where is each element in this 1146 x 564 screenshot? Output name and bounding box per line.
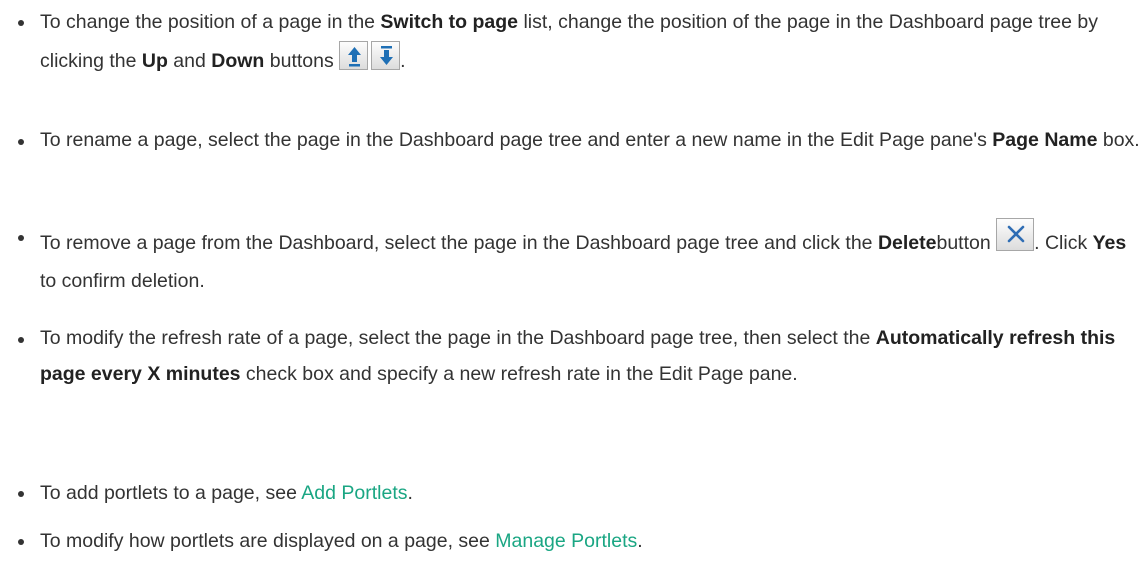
item-text: box. — [1097, 129, 1140, 151]
bold-yes: Yes — [1092, 232, 1127, 254]
bold-up: Up — [141, 50, 168, 72]
item-text: To change the position of a page in the — [40, 11, 381, 33]
list-item-change-position: To change the position of a page in the … — [18, 3, 1140, 80]
up-button[interactable] — [339, 41, 369, 70]
item-text: To rename a page, select the page in the… — [40, 129, 993, 151]
item-text: to confirm deletion. — [40, 270, 205, 292]
help-document: To change the position of a page in the … — [0, 0, 1146, 564]
up-arrow-icon — [348, 47, 362, 67]
item-text: . — [407, 482, 413, 504]
down-button[interactable] — [371, 41, 401, 70]
list-item-remove: To remove a page from the Dashboard, sel… — [18, 218, 1140, 300]
item-text: . — [637, 530, 643, 552]
item-text: and — [167, 50, 212, 72]
list-item-rename: To rename a page, select the page in the… — [18, 122, 1140, 158]
bold-switch-to-page: Switch to page — [380, 11, 519, 33]
down-arrow-icon — [380, 46, 394, 65]
item-text: To add portlets to a page, see — [40, 482, 302, 504]
item-text: button — [936, 232, 997, 254]
list-item-refresh-rate: To modify the refresh rate of a page, se… — [18, 320, 1140, 392]
add-portlets-link[interactable]: Add Portlets — [301, 482, 407, 504]
item-text: buttons — [264, 50, 340, 72]
item-text: . Click — [1034, 232, 1093, 254]
item-text: To remove a page from the Dashboard, sel… — [40, 232, 878, 254]
manage-portlets-link[interactable]: Manage Portlets — [495, 530, 637, 552]
item-text: To modify the refresh rate of a page, se… — [40, 327, 876, 349]
delete-x-icon — [1007, 225, 1025, 243]
item-text: check box and specify a new refresh rate… — [240, 363, 798, 385]
bold-delete: Delete — [877, 232, 937, 254]
list-item-add-portlets: To add portlets to a page, see Add Portl… — [18, 474, 1140, 512]
list-item-manage-portlets: To modify how portlets are displayed on … — [18, 522, 1140, 560]
bold-page-name: Page Name — [992, 129, 1098, 151]
bold-down: Down — [211, 50, 265, 72]
delete-button[interactable] — [996, 218, 1035, 251]
item-text: To modify how portlets are displayed on … — [40, 530, 496, 552]
